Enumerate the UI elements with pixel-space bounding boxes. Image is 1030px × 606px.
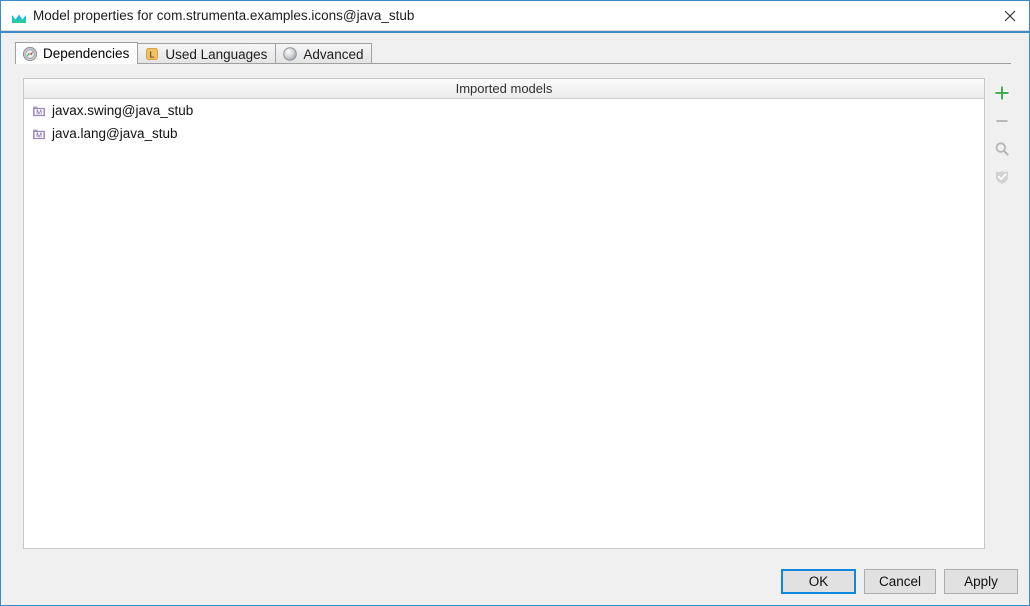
cancel-button-label: Cancel bbox=[878, 574, 922, 589]
svg-text:M: M bbox=[36, 109, 42, 116]
advanced-icon bbox=[282, 46, 298, 62]
svg-text:L: L bbox=[150, 50, 155, 59]
find-button[interactable] bbox=[988, 137, 1016, 165]
apply-button[interactable]: Apply bbox=[944, 569, 1018, 594]
apply-button-label: Apply bbox=[964, 574, 998, 589]
tab-strip-underline bbox=[15, 63, 1011, 64]
list-toolbar bbox=[987, 78, 1016, 549]
list-item[interactable]: M javax.swing@java_stub bbox=[24, 99, 984, 122]
ok-button[interactable]: OK bbox=[781, 569, 856, 594]
list-item[interactable]: M java.lang@java_stub bbox=[24, 122, 984, 145]
add-button[interactable] bbox=[988, 81, 1016, 109]
tab-dependencies-label: Dependencies bbox=[43, 46, 130, 61]
model-properties-dialog: Model properties for com.strumenta.examp… bbox=[0, 0, 1030, 606]
window-title: Model properties for com.strumenta.examp… bbox=[33, 8, 415, 23]
minus-icon bbox=[993, 112, 1011, 135]
close-icon bbox=[1004, 10, 1016, 22]
close-button[interactable] bbox=[990, 1, 1029, 30]
list-item-label: java.lang@java_stub bbox=[52, 126, 178, 141]
title-bar: Model properties for com.strumenta.examp… bbox=[1, 1, 1029, 31]
validate-button[interactable] bbox=[988, 165, 1016, 193]
tab-used-languages-label: Used Languages bbox=[165, 46, 268, 62]
ok-button-label: OK bbox=[808, 574, 829, 589]
list-item-label: javax.swing@java_stub bbox=[52, 103, 194, 118]
used-languages-icon: L bbox=[144, 46, 160, 62]
tab-advanced-label: Advanced bbox=[303, 46, 364, 62]
magnifier-icon bbox=[993, 140, 1011, 163]
cancel-button[interactable]: Cancel bbox=[864, 569, 936, 594]
model-icon: M bbox=[31, 126, 47, 142]
tab-strip: Dependencies L Used Languages Advanced bbox=[15, 42, 373, 64]
title-accent-rule bbox=[1, 31, 1029, 33]
svg-text:M: M bbox=[36, 132, 42, 139]
selected-tab-mask bbox=[16, 63, 126, 64]
model-icon: M bbox=[31, 103, 47, 119]
imported-models-list[interactable]: M javax.swing@java_stub M java.lang@java… bbox=[24, 99, 984, 145]
tab-dependencies[interactable]: Dependencies bbox=[15, 42, 139, 64]
dialog-button-bar: OK Cancel Apply bbox=[1, 559, 1029, 605]
dependencies-panel: Imported models M javax.swing@java_stub bbox=[15, 64, 1016, 554]
tab-used-languages[interactable]: L Used Languages bbox=[137, 43, 277, 64]
shield-check-icon bbox=[993, 168, 1011, 191]
tab-advanced[interactable]: Advanced bbox=[275, 43, 373, 64]
imported-models-header: Imported models bbox=[24, 79, 984, 99]
mps-logo-icon bbox=[12, 10, 26, 23]
remove-button[interactable] bbox=[988, 109, 1016, 137]
plus-icon bbox=[993, 84, 1011, 107]
imported-models-panel: Imported models M javax.swing@java_stub bbox=[23, 78, 985, 549]
dependencies-icon bbox=[22, 46, 38, 62]
imported-models-header-label: Imported models bbox=[455, 81, 553, 96]
